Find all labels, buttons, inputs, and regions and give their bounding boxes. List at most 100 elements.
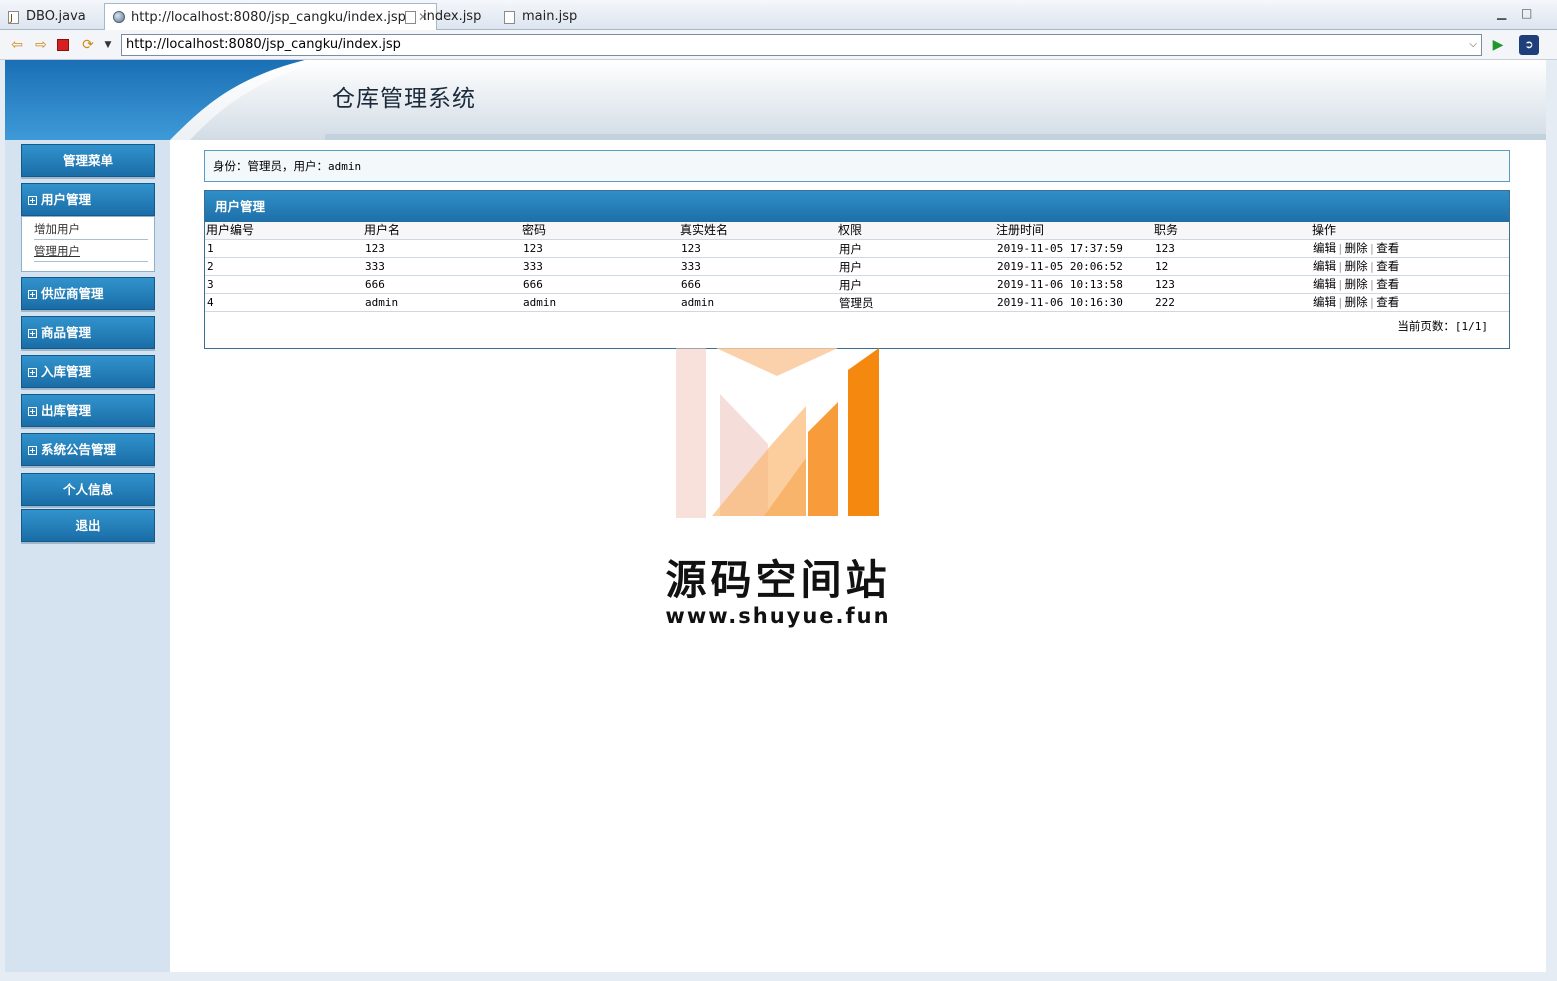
delete-link[interactable]: 删除 — [1345, 259, 1368, 273]
column-header: 操作 — [1311, 222, 1509, 240]
view-link[interactable]: 查看 — [1376, 241, 1399, 255]
system-title: 仓库管理系统 — [332, 86, 476, 112]
cell-role: 用户 — [837, 275, 995, 294]
sidebar-item-user-mgmt[interactable]: 用户管理 — [21, 183, 155, 216]
cell-job: 123 — [1153, 275, 1311, 294]
minimize-icon[interactable]: ▁ — [1497, 6, 1506, 20]
panel-title: 用户管理 — [205, 191, 1509, 222]
user-submenu: 增加用户 管理用户 — [21, 216, 155, 272]
sidebar-item-label: 系统公告管理 — [41, 442, 117, 457]
delete-link[interactable]: 删除 — [1345, 295, 1368, 309]
cell-id: 2 — [205, 257, 363, 276]
cell-id: 1 — [205, 239, 363, 258]
go-icon[interactable]: ▶ — [1490, 37, 1506, 53]
chevron-down-icon[interactable]: ⌵ — [1469, 35, 1477, 55]
delete-link[interactable]: 删除 — [1345, 277, 1368, 291]
sidebar-item-label: 用户管理 — [41, 192, 92, 207]
view-link[interactable]: 查看 — [1376, 277, 1399, 291]
submenu-label: 增加用户 — [34, 222, 80, 236]
sidebar-item-profile[interactable]: 个人信息 — [21, 473, 155, 506]
menu-title-label: 管理菜单 — [62, 153, 113, 168]
sidebar: 管理菜单 用户管理 增加用户 管理用户 供应商管理 商品管理 入库管理 出库管理… — [5, 140, 170, 972]
tab-index-jsp[interactable]: index.jsp — [397, 4, 489, 30]
cell-job: 12 — [1153, 257, 1311, 276]
watermark-url: www.shuyue.fun — [665, 604, 891, 628]
maximize-icon[interactable]: □ — [1521, 6, 1532, 20]
expand-plus-icon — [28, 368, 37, 377]
table-row: 4 admin admin admin 管理员 2019-11-06 10:16… — [205, 293, 1509, 312]
chevron-down-icon[interactable]: ▼ — [100, 37, 116, 53]
cell-username: 666 — [363, 275, 521, 294]
refresh-icon[interactable]: ⟳ — [80, 37, 96, 53]
editor-tab-bar: DBO.java http://localhost:8080/jsp_cangk… — [0, 0, 1557, 32]
cell-job: 123 — [1153, 239, 1311, 258]
sidebar-item-label: 供应商管理 — [41, 286, 104, 301]
url-input[interactable]: http://localhost:8080/jsp_cangku/index.j… — [121, 34, 1482, 56]
cell-username: 333 — [363, 257, 521, 276]
edit-link[interactable]: 编辑 — [1313, 241, 1336, 255]
delete-link[interactable]: 删除 — [1345, 241, 1368, 255]
sidebar-item-notice-mgmt[interactable]: 系统公告管理 — [21, 433, 155, 466]
cell-username: admin — [363, 293, 521, 312]
column-header: 权限 — [837, 222, 995, 240]
sidebar-item-outbound-mgmt[interactable]: 出库管理 — [21, 394, 155, 427]
column-header: 密码 — [521, 222, 679, 240]
back-arrow-icon[interactable]: ⇦ — [9, 37, 25, 53]
globe-icon — [113, 11, 125, 23]
column-header: 注册时间 — [995, 222, 1153, 240]
sidebar-item-label: 退出 — [75, 518, 101, 533]
expand-plus-icon — [28, 407, 37, 416]
tab-label: index.jsp — [423, 9, 482, 24]
view-link[interactable]: 查看 — [1376, 295, 1399, 309]
url-text: http://localhost:8080/jsp_cangku/index.j… — [126, 37, 401, 52]
sidebar-item-inbound-mgmt[interactable]: 入库管理 — [21, 355, 155, 388]
submenu-manage-user[interactable]: 管理用户 — [34, 240, 148, 262]
expand-plus-icon — [28, 196, 37, 205]
file-icon — [504, 11, 515, 24]
submenu-add-user[interactable]: 增加用户 — [34, 218, 148, 240]
cell-username: 123 — [363, 239, 521, 258]
tab-browser-index[interactable]: http://localhost:8080/jsp_cangku/index.j… — [104, 3, 438, 31]
user-table: 用户编号 用户名 密码 真实姓名 权限 注册时间 职务 操作 1 123 123 — [205, 222, 1509, 312]
edit-link[interactable]: 编辑 — [1313, 295, 1336, 309]
cell-id: 3 — [205, 275, 363, 294]
eclipse-icon[interactable]: ➲ — [1519, 35, 1539, 55]
cell-regtime: 2019-11-06 10:16:30 — [995, 293, 1153, 312]
tab-main-jsp[interactable]: main.jsp — [496, 4, 585, 30]
logout-button[interactable]: 退出 — [21, 509, 155, 542]
sidebar-item-label: 商品管理 — [41, 325, 92, 340]
column-header: 真实姓名 — [679, 222, 837, 240]
forward-arrow-icon[interactable]: ⇨ — [33, 37, 49, 53]
table-row: 1 123 123 123 用户 2019-11-05 17:37:59 123… — [205, 239, 1509, 258]
cell-actions: 编辑|删除|查看 — [1311, 257, 1509, 276]
column-header: 用户名 — [363, 222, 521, 240]
expand-plus-icon — [28, 446, 37, 455]
java-file-icon — [8, 6, 19, 32]
browser-toolbar: ⇦ ⇨ ⟳ ▼ http://localhost:8080/jsp_cangku… — [0, 30, 1557, 60]
cell-regtime: 2019-11-06 10:13:58 — [995, 275, 1153, 294]
sidebar-item-label: 出库管理 — [41, 403, 92, 418]
cell-realname: 666 — [679, 275, 837, 294]
sidebar-item-supplier-mgmt[interactable]: 供应商管理 — [21, 277, 155, 310]
cell-realname: 123 — [679, 239, 837, 258]
cell-password: 333 — [521, 257, 679, 276]
edit-link[interactable]: 编辑 — [1313, 259, 1336, 273]
edit-link[interactable]: 编辑 — [1313, 277, 1336, 291]
stop-icon[interactable] — [57, 39, 69, 51]
identity-user: admin — [328, 160, 362, 173]
identity-label: 身份：管理员，用户： — [213, 159, 328, 173]
tab-label: main.jsp — [522, 9, 578, 24]
tab-label: DBO.java — [26, 9, 86, 24]
cell-password: admin — [521, 293, 679, 312]
tab-dbo-java[interactable]: DBO.java — [0, 4, 94, 32]
cell-realname: 333 — [679, 257, 837, 276]
view-link[interactable]: 查看 — [1376, 259, 1399, 273]
identity-bar: 身份：管理员，用户：admin — [204, 150, 1510, 182]
cell-id: 4 — [205, 293, 363, 312]
header-banner: 仓库管理系统 — [5, 60, 1546, 140]
expand-plus-icon — [28, 329, 37, 338]
cell-password: 666 — [521, 275, 679, 294]
sidebar-item-goods-mgmt[interactable]: 商品管理 — [21, 316, 155, 349]
pager-value: [1/1] — [1454, 320, 1488, 333]
sidebar-item-label: 入库管理 — [41, 364, 92, 379]
